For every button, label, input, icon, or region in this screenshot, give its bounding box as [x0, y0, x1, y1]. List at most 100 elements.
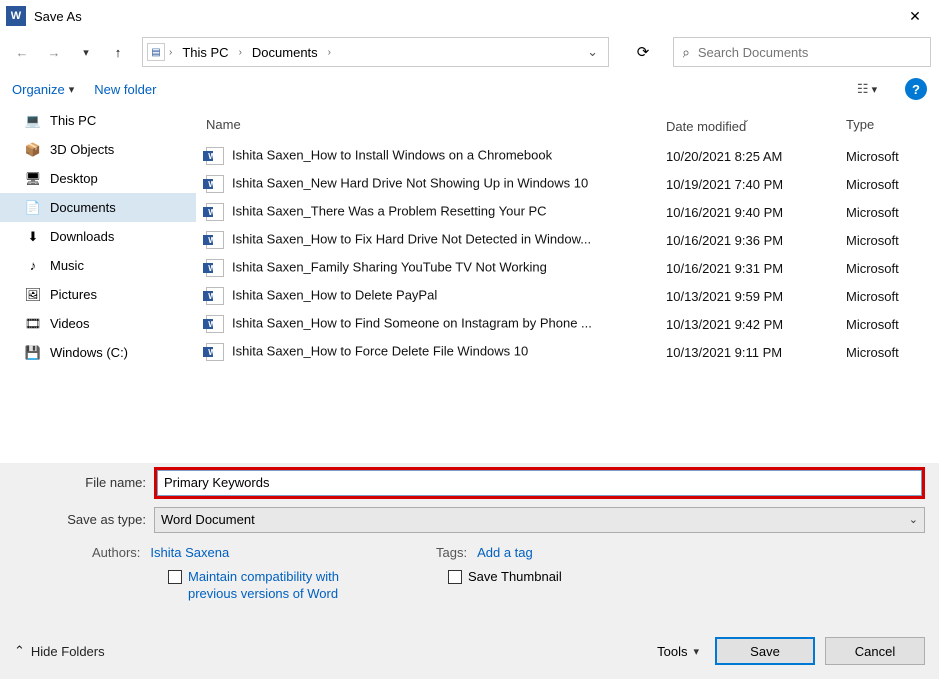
folder-icon: 🖼 — [24, 287, 42, 303]
sidebar-item-documents[interactable]: 📄 Documents — [0, 193, 196, 222]
help-button[interactable]: ? — [905, 78, 927, 100]
back-button[interactable]: ← — [8, 38, 36, 66]
sidebar-item-3d-objects[interactable]: 📦3D Objects — [0, 135, 196, 164]
sidebar-item-downloads[interactable]: ⬇ Downloads — [0, 222, 196, 251]
file-list[interactable]: Name ⌄Date modified Type WIshita Saxen_H… — [196, 106, 939, 463]
sidebar-item-label: Windows (C:) — [50, 345, 128, 360]
window-title: Save As — [34, 9, 893, 24]
column-date[interactable]: ⌄Date modified — [656, 106, 836, 142]
sidebar: 💻This PC📦3D Objects 🖥 Desktop 📄 Documents ⬇ Do… — [0, 106, 196, 463]
file-date-cell: 10/13/2021 9:11 PM — [656, 338, 836, 366]
word-file-icon: W — [206, 175, 224, 193]
file-row[interactable]: WIshita Saxen_How to Fix Hard Drive Not … — [196, 226, 939, 254]
column-type[interactable]: Type — [836, 106, 939, 142]
folder-icon: 💾 — [24, 345, 42, 361]
breadcrumb-documents[interactable]: Documents — [246, 43, 324, 62]
search-icon: ⌕ — [681, 43, 692, 61]
sidebar-item-label: Documents — [50, 200, 116, 215]
file-row[interactable]: WIshita Saxen_How to Install Windows on … — [196, 142, 939, 170]
chevron-right-icon[interactable]: › — [239, 47, 242, 58]
chevron-down-icon: ▾ — [693, 645, 699, 658]
file-type-cell: Microsoft — [836, 338, 939, 366]
sidebar-item-music[interactable]: ♪ Music — [0, 251, 196, 280]
footer: ⌃ Hide Folders Tools ▾ Save Cancel — [0, 627, 939, 679]
chevron-down-icon: ⌄ — [909, 513, 918, 526]
save-as-type-value: Word Document — [161, 512, 255, 527]
hide-folders-button[interactable]: ⌃ Hide Folders — [14, 643, 105, 659]
save-as-type-combo[interactable]: Word Document ⌄ — [154, 507, 925, 533]
file-date-cell: 10/16/2021 9:40 PM — [656, 198, 836, 226]
sidebar-item-label: Downloads — [50, 229, 114, 244]
file-row[interactable]: WIshita Saxen_How to Find Someone on Ins… — [196, 310, 939, 338]
column-name[interactable]: Name — [196, 106, 656, 142]
folder-icon: 📄 — [24, 200, 42, 216]
save-thumbnail-label[interactable]: Save Thumbnail — [468, 568, 562, 586]
filename-input[interactable] — [157, 470, 922, 496]
refresh-button[interactable]: ⟳ — [623, 37, 663, 67]
file-type-cell: Microsoft — [836, 254, 939, 282]
cancel-button[interactable]: Cancel — [825, 637, 925, 665]
folder-icon: 🖥 — [24, 171, 42, 187]
word-app-icon: W — [6, 6, 26, 26]
sidebar-item-label: Desktop — [50, 171, 98, 186]
save-thumbnail-checkbox[interactable] — [448, 570, 462, 584]
sidebar-item-label: 3D Objects — [50, 142, 114, 157]
organize-button[interactable]: Organize ▾ — [12, 82, 74, 97]
save-button[interactable]: Save — [715, 637, 815, 665]
file-type-cell: Microsoft — [836, 142, 939, 170]
authors-value[interactable]: Ishita Saxena — [150, 545, 229, 560]
word-file-icon: W — [206, 147, 224, 165]
folder-icon: ▤ — [147, 43, 165, 61]
maintain-compatibility-label[interactable]: Maintain compatibility with previous ver… — [188, 568, 368, 603]
file-name-cell: WIshita Saxen_How to Find Someone on Ins… — [196, 310, 656, 338]
word-file-icon: W — [206, 231, 224, 249]
word-file-icon: W — [206, 287, 224, 305]
file-type-cell: Microsoft — [836, 198, 939, 226]
file-name-cell: WIshita Saxen_How to Delete PayPal — [196, 282, 656, 310]
up-button[interactable]: ↑ — [104, 38, 132, 66]
forward-button[interactable]: → — [40, 38, 68, 66]
file-date-cell: 10/13/2021 9:59 PM — [656, 282, 836, 310]
sidebar-item-this-pc[interactable]: 💻This PC — [0, 106, 196, 135]
sidebar-item-videos[interactable]: 🎞Videos — [0, 309, 196, 338]
sidebar-item-windows-c-[interactable]: 💾 Windows (C:) — [0, 338, 196, 367]
file-type-cell: Microsoft — [836, 282, 939, 310]
file-row[interactable]: WIshita Saxen_There Was a Problem Resett… — [196, 198, 939, 226]
sidebar-item-desktop[interactable]: 🖥 Desktop — [0, 164, 196, 193]
breadcrumb-dropdown[interactable]: ⌄ — [581, 44, 604, 60]
search-input[interactable] — [698, 45, 922, 60]
file-date-cell: 10/16/2021 9:36 PM — [656, 226, 836, 254]
file-name-cell: WIshita Saxen_How to Fix Hard Drive Not … — [196, 226, 656, 254]
tools-button[interactable]: Tools ▾ — [651, 640, 705, 663]
file-row[interactable]: WIshita Saxen_How to Force Delete File W… — [196, 338, 939, 366]
maintain-compatibility-checkbox[interactable] — [168, 570, 182, 584]
tags-add[interactable]: Add a tag — [477, 545, 533, 560]
file-row[interactable]: WIshita Saxen_New Hard Drive Not Showing… — [196, 170, 939, 198]
file-row[interactable]: WIshita Saxen_Family Sharing YouTube TV … — [196, 254, 939, 282]
toolbar: Organize ▾ New folder ☷ ▾ ? — [0, 72, 939, 106]
file-row[interactable]: WIshita Saxen_How to Delete PayPal10/13/… — [196, 282, 939, 310]
save-as-dialog: W Save As ✕ ← → ▾ ↑ ▤ › This PC › Docume… — [0, 0, 939, 679]
filename-label: File name: — [14, 475, 154, 490]
filename-highlight — [154, 467, 925, 499]
breadcrumb-this-pc[interactable]: This PC — [176, 43, 234, 62]
file-date-cell: 10/16/2021 9:31 PM — [656, 254, 836, 282]
sidebar-item-pictures[interactable]: 🖼Pictures — [0, 280, 196, 309]
folder-icon: 🎞 — [24, 316, 42, 332]
new-folder-button[interactable]: New folder — [94, 82, 156, 97]
word-file-icon: W — [206, 315, 224, 333]
sidebar-item-label: Music — [50, 258, 84, 273]
folder-icon: ♪ — [24, 258, 42, 274]
chevron-right-icon[interactable]: › — [169, 47, 172, 58]
authors-label: Authors: — [92, 545, 140, 560]
breadcrumb[interactable]: ▤ › This PC › Documents › ⌄ — [142, 37, 609, 67]
file-name-cell: WIshita Saxen_How to Install Windows on … — [196, 142, 656, 170]
close-button[interactable]: ✕ — [893, 0, 937, 32]
view-options-button[interactable]: ☷ ▾ — [849, 78, 885, 100]
chevron-right-icon[interactable]: › — [328, 47, 331, 58]
folder-icon: ⬇ — [24, 229, 42, 245]
file-date-cell: 10/13/2021 9:42 PM — [656, 310, 836, 338]
file-name-cell: WIshita Saxen_Family Sharing YouTube TV … — [196, 254, 656, 282]
search-box[interactable]: ⌕ — [673, 37, 931, 67]
recent-dropdown[interactable]: ▾ — [72, 38, 100, 66]
